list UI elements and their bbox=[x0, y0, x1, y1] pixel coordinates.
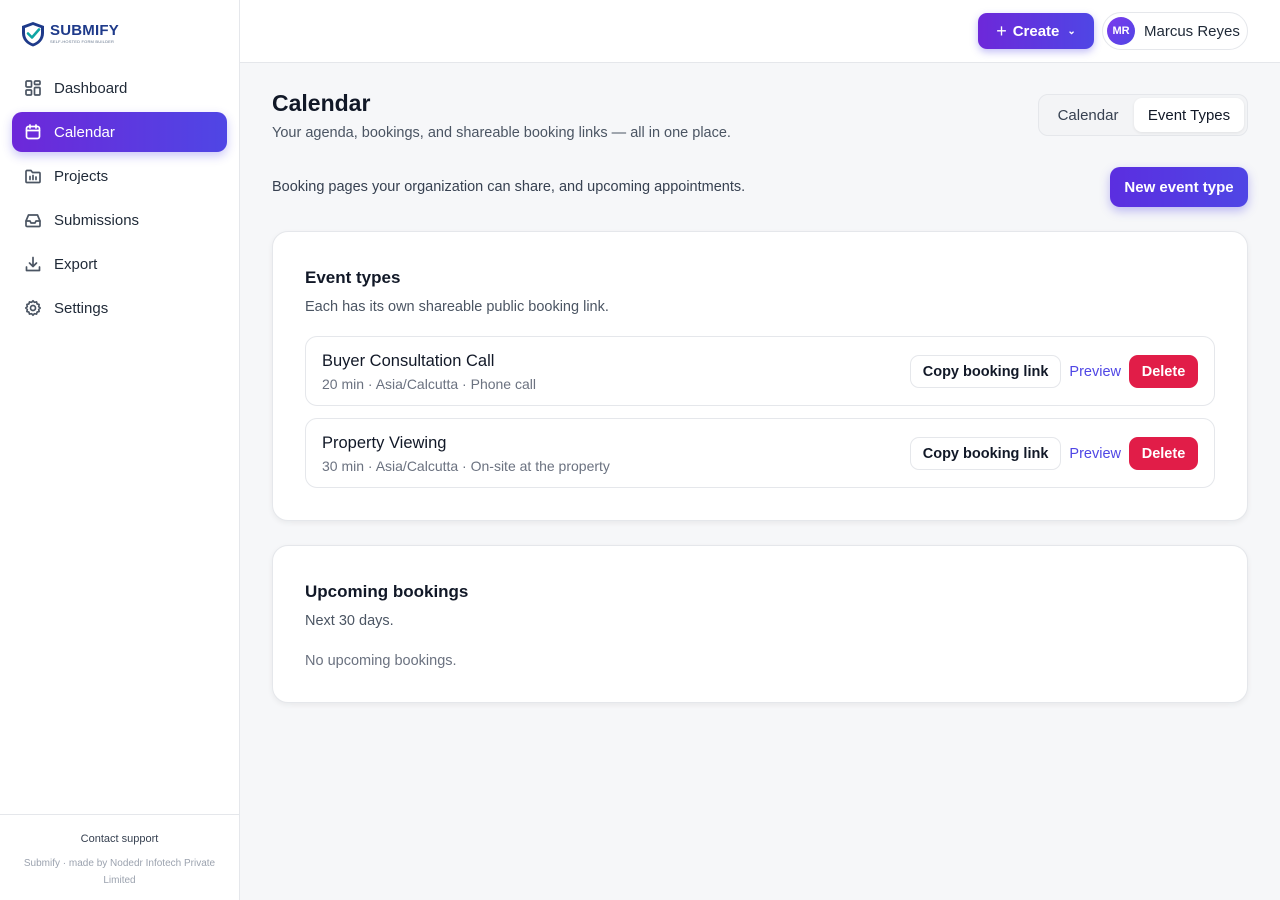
grid-icon bbox=[24, 79, 42, 97]
copy-booking-link-button[interactable]: Copy booking link bbox=[909, 355, 1062, 388]
sidebar-item-label: Submissions bbox=[54, 211, 140, 229]
intro-text: Booking pages your organization can shar… bbox=[272, 179, 746, 195]
event-type-name: Property Viewing bbox=[322, 434, 447, 452]
new-event-type-button[interactable]: New event type bbox=[1110, 167, 1248, 207]
topbar: + Create ⌄ MR Marcus Reyes bbox=[240, 0, 1280, 63]
user-name: Marcus Reyes bbox=[1144, 22, 1240, 40]
delete-button[interactable]: Delete bbox=[1129, 355, 1198, 388]
event-type-actions: Copy booking link Preview Delete bbox=[909, 355, 1198, 388]
event-type-row: Property Viewing 30 min · Asia/Calcutta … bbox=[305, 418, 1215, 488]
tab-calendar[interactable]: Calendar bbox=[1042, 98, 1134, 132]
sidebar-item-settings[interactable]: Settings bbox=[12, 288, 227, 328]
user-menu[interactable]: MR Marcus Reyes bbox=[1102, 12, 1248, 50]
brand-logo[interactable]: SUBMIFY SELF-HOSTED FORM BUILDER bbox=[20, 20, 119, 48]
sidebar-item-label: Dashboard bbox=[54, 79, 128, 97]
sidebar: SUBMIFY SELF-HOSTED FORM BUILDER Dashboa… bbox=[0, 0, 240, 900]
event-types-title: Event types bbox=[305, 268, 401, 287]
shield-check-icon bbox=[22, 22, 44, 47]
gear-icon bbox=[24, 299, 42, 317]
folder-icon bbox=[24, 167, 42, 185]
event-type-meta: 20 min · Asia/Calcutta · Phone call bbox=[322, 376, 536, 392]
contact-support-link[interactable]: Contact support bbox=[0, 833, 239, 845]
sidebar-item-label: Calendar bbox=[54, 123, 115, 141]
event-type-meta: 30 min · Asia/Calcutta · On-site at the … bbox=[322, 458, 610, 474]
sidebar-item-label: Settings bbox=[54, 299, 109, 317]
empty-state-text: No upcoming bookings. bbox=[305, 653, 457, 669]
preview-link[interactable]: Preview bbox=[1069, 446, 1121, 462]
preview-link[interactable]: Preview bbox=[1069, 364, 1121, 380]
sidebar-footer: Contact support Submify · made by Nodedr… bbox=[0, 814, 239, 900]
page-subtitle: Your agenda, bookings, and shareable boo… bbox=[272, 125, 731, 141]
upcoming-bookings-title: Upcoming bookings bbox=[305, 582, 469, 601]
inbox-icon bbox=[24, 211, 42, 229]
copy-booking-link-button[interactable]: Copy booking link bbox=[909, 437, 1062, 470]
event-type-actions: Copy booking link Preview Delete bbox=[909, 437, 1198, 470]
chevron-down-icon: ⌄ bbox=[1067, 25, 1076, 37]
sidebar-item-projects[interactable]: Projects bbox=[12, 156, 227, 196]
footer-credit: Submify · made by Nodedr Infotech Privat… bbox=[23, 858, 216, 886]
upcoming-bookings-subtitle: Next 30 days. bbox=[305, 613, 394, 629]
sidebar-item-calendar[interactable]: Calendar bbox=[12, 112, 227, 152]
event-types-subtitle: Each has its own shareable public bookin… bbox=[305, 299, 609, 315]
event-types-card: Event types Each has its own shareable p… bbox=[272, 231, 1248, 521]
sidebar-item-dashboard[interactable]: Dashboard bbox=[12, 68, 227, 108]
tab-event-types[interactable]: Event Types bbox=[1134, 98, 1244, 132]
avatar: MR bbox=[1107, 17, 1135, 45]
view-toggle: Calendar Event Types bbox=[1038, 94, 1248, 136]
brand-name: SUBMIFY bbox=[50, 22, 119, 39]
create-button[interactable]: + Create ⌄ bbox=[978, 13, 1094, 49]
page-title: Calendar bbox=[272, 90, 371, 116]
sidebar-item-export[interactable]: Export bbox=[12, 244, 227, 284]
sidebar-item-submissions[interactable]: Submissions bbox=[12, 200, 227, 240]
brand-tagline: SELF-HOSTED FORM BUILDER bbox=[50, 39, 115, 44]
create-button-label: Create bbox=[1012, 22, 1060, 40]
delete-button[interactable]: Delete bbox=[1129, 437, 1198, 470]
event-type-row: Buyer Consultation Call 20 min · Asia/Ca… bbox=[305, 336, 1215, 406]
calendar-icon bbox=[24, 123, 42, 141]
sidebar-item-label: Projects bbox=[54, 167, 109, 185]
event-type-name: Buyer Consultation Call bbox=[322, 352, 495, 370]
download-icon bbox=[24, 255, 42, 273]
sidebar-nav: Dashboard Calendar Projects Submissions … bbox=[12, 68, 227, 332]
upcoming-bookings-card: Upcoming bookings Next 30 days. No upcom… bbox=[272, 545, 1248, 703]
sidebar-item-label: Export bbox=[54, 255, 98, 273]
plus-icon: + bbox=[996, 21, 1007, 41]
